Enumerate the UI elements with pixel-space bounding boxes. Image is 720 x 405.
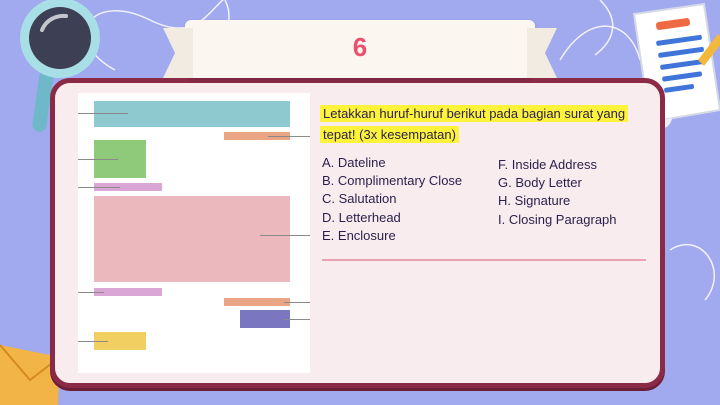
option-item[interactable]: C. Salutation (322, 190, 462, 208)
option-item[interactable]: A. Dateline (322, 154, 462, 172)
option-item[interactable]: G. Body Letter (498, 174, 617, 192)
pointer-line (284, 302, 310, 303)
pointer-line (284, 319, 310, 320)
title-banner: 6 (185, 20, 535, 78)
instruction-text: Letakkan huruf-huruf berikut pada bagian… (320, 103, 655, 145)
pointer-line (268, 136, 310, 137)
option-item[interactable]: I. Closing Paragraph (498, 211, 617, 229)
pointer-line (78, 341, 108, 342)
closing-paragraph-block[interactable] (94, 288, 162, 296)
option-item[interactable]: F. Inside Address (498, 156, 617, 174)
option-item[interactable]: E. Enclosure (322, 227, 462, 245)
letter-diagram (78, 93, 310, 373)
divider-line (322, 259, 646, 261)
option-item[interactable]: B. Complimentary Close (322, 172, 462, 190)
option-item[interactable]: D. Letterhead (322, 209, 462, 227)
letterhead-block[interactable] (94, 101, 290, 127)
answer-options-right: F. Inside Address G. Body Letter H. Sign… (498, 156, 617, 229)
pointer-line (78, 159, 118, 160)
pointer-line (260, 235, 310, 236)
pointer-line (78, 187, 120, 188)
body-block[interactable] (94, 196, 290, 282)
option-item[interactable]: H. Signature (498, 192, 617, 210)
signature-block[interactable] (240, 310, 290, 328)
pointer-line (78, 113, 128, 114)
complimentary-close-block[interactable] (224, 298, 290, 306)
pointer-line (78, 292, 104, 293)
question-number: 6 (352, 32, 368, 62)
answer-options-left: A. Dateline B. Complimentary Close C. Sa… (322, 154, 462, 245)
